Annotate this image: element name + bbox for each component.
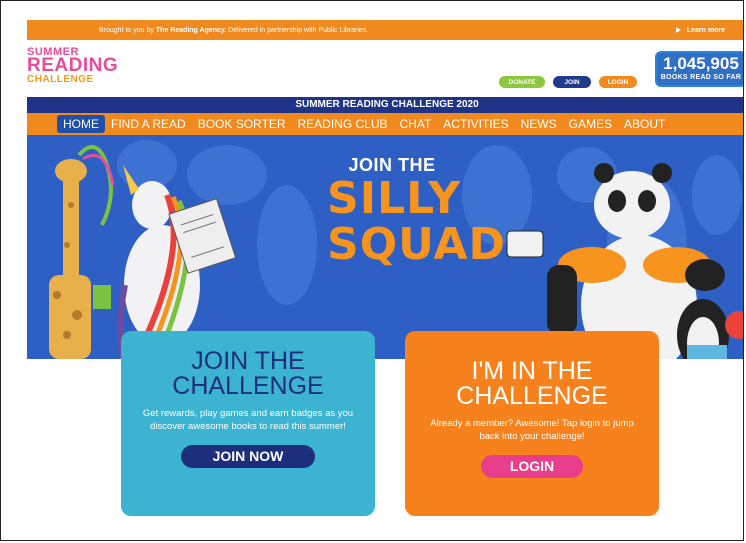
nav-games[interactable]: GAMES bbox=[563, 115, 618, 133]
join-button[interactable]: JOIN bbox=[553, 76, 591, 88]
challenge-title-bar: SUMMER READING CHALLENGE 2020 bbox=[27, 97, 743, 113]
nav-home[interactable]: HOME bbox=[57, 115, 105, 133]
hero-silly: SILLY bbox=[327, 173, 462, 224]
books-read-label: BOOKS READ SO FAR bbox=[660, 74, 742, 81]
hero-banner[interactable]: JOIN THE SILLY SQUAD bbox=[27, 135, 743, 359]
nav-chat[interactable]: CHAT bbox=[394, 115, 438, 133]
join-card-title: JOIN THE CHALLENGE bbox=[172, 347, 324, 400]
page: Brought to you by The Reading Agency. De… bbox=[0, 0, 744, 541]
nav-activities[interactable]: ACTIVITIES bbox=[437, 115, 514, 133]
nav-about[interactable]: ABOUT bbox=[618, 115, 671, 133]
donate-button[interactable]: DONATE bbox=[499, 76, 545, 88]
login-card-title: I'M IN THE CHALLENGE bbox=[456, 357, 608, 410]
join-challenge-card: JOIN THE CHALLENGE Get rewards, play game… bbox=[121, 331, 375, 516]
books-read-count: 1,045,905 bbox=[663, 54, 739, 73]
nav-news[interactable]: NEWS bbox=[515, 115, 563, 133]
top-banner: Brought to you by The Reading Agency. De… bbox=[27, 20, 743, 40]
login-card-text: Already a member? Awesome! Tap login to … bbox=[430, 418, 634, 442]
logo-line-reading: READING bbox=[27, 55, 119, 77]
hero-headline: JOIN THE SILLY SQUAD bbox=[327, 155, 507, 270]
join-now-button[interactable]: JOIN NOW bbox=[181, 445, 315, 468]
main-nav: HOME FIND A READ BOOK SORTER READING CLU… bbox=[27, 113, 743, 135]
partner-credit: Brought to you by The Reading Agency. De… bbox=[99, 26, 369, 34]
logo-line-challenge: CHALLENGE bbox=[27, 74, 94, 86]
play-arrow-icon bbox=[675, 27, 681, 33]
join-card-text: Get rewards, play games and earn badges … bbox=[142, 408, 354, 432]
login-challenge-card: I'M IN THE CHALLENGE Already a member? Aw… bbox=[405, 331, 659, 516]
books-read-counter: 1,045,905 BOOKS READ SO FAR bbox=[655, 51, 743, 87]
card-login-button[interactable]: LOGIN bbox=[481, 455, 583, 478]
learn-more-link[interactable]: Learn more bbox=[675, 27, 725, 34]
hero-squad: SQUAD bbox=[327, 219, 507, 270]
nav-book-sorter[interactable]: BOOK SORTER bbox=[192, 115, 292, 133]
site-logo[interactable]: SUMMER READING CHALLENGE bbox=[27, 46, 119, 86]
nav-find-a-read[interactable]: FIND A READ bbox=[105, 115, 192, 133]
login-button[interactable]: LOGIN bbox=[599, 76, 637, 88]
nav-reading-club[interactable]: READING CLUB bbox=[291, 115, 393, 133]
reading-agency-link[interactable]: The Reading Agency. bbox=[156, 27, 226, 34]
